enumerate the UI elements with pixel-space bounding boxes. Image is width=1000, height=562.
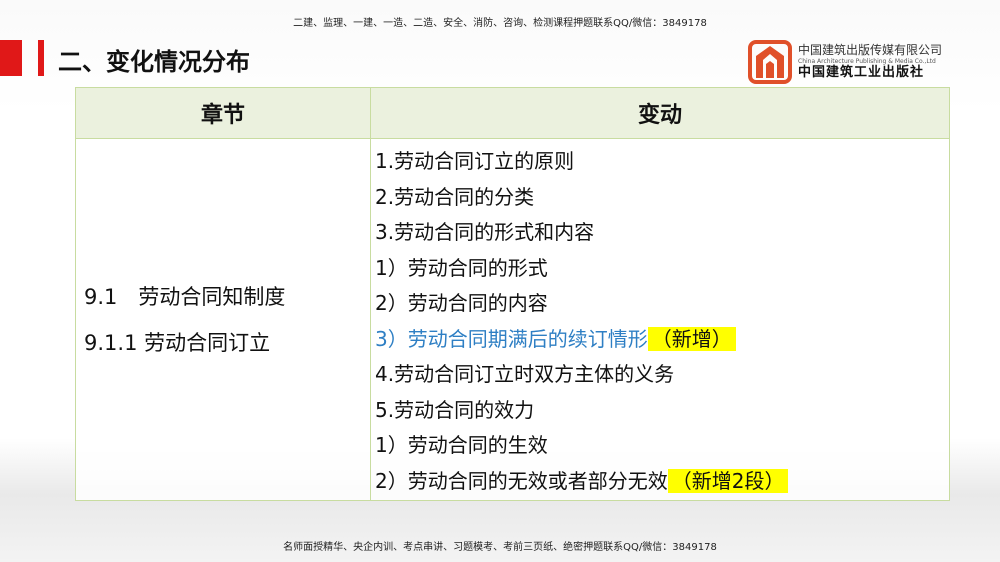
new-tag-highlight: （新增）	[647, 326, 736, 351]
change-item: 2）劳动合同的无效或者部分无效 （新增2段）	[375, 465, 949, 501]
publisher-logo-icon	[748, 40, 792, 84]
change-item: 5.劳动合同的效力	[375, 394, 949, 430]
change-item: 1.劳动合同订立的原则	[375, 145, 949, 181]
change-item-text: 3.劳动合同的形式和内容	[375, 220, 595, 244]
change-item: 2）劳动合同的内容	[375, 287, 949, 323]
change-item: 3.劳动合同的形式和内容	[375, 216, 949, 252]
change-item-text: 4.劳动合同订立时双方主体的义务	[375, 362, 675, 386]
change-item-text: 2）劳动合同的内容	[375, 291, 548, 315]
change-item-text: 1.劳动合同订立的原则	[375, 149, 575, 173]
chapter-line: 9.1.1 劳动合同订立	[84, 330, 271, 355]
change-item-text: 3）劳动合同期满后的续订情形	[375, 326, 648, 351]
change-item: 1）劳动合同的形式	[375, 252, 949, 288]
publisher-logo: 中国建筑出版传媒有限公司 China Architecture Publishi…	[748, 40, 942, 84]
change-item: 1）劳动合同的生效	[375, 429, 949, 465]
new-tag-highlight: （新增2段）	[667, 468, 789, 493]
changes-cell: 1.劳动合同订立的原则 2.劳动合同的分类 3.劳动合同的形式和内容 1）劳动合同的形…	[370, 138, 950, 501]
change-item: 4.劳动合同订立时双方主体的义务	[375, 358, 949, 394]
bottom-banner: 名师面授精华、央企内训、考点串讲、习题模考、考前三页纸、绝密押题联系QQ/微信：…	[283, 542, 717, 553]
publisher-name-cn2: 中国建筑工业出版社	[798, 64, 925, 80]
title-accent-bar	[0, 40, 22, 76]
chapter-line: 9.1 劳动合同知制度	[84, 284, 286, 309]
change-item-text: 1）劳动合同的生效	[375, 433, 548, 457]
publisher-name-cn: 中国建筑出版传媒有限公司	[798, 43, 943, 58]
change-item: 3）劳动合同期满后的续订情形 （新增）	[375, 323, 949, 359]
change-item-text: 2.劳动合同的分类	[375, 184, 535, 209]
change-item-text: 5.劳动合同的效力	[375, 397, 535, 422]
changes-table: 章节 变动 9.1 劳动合同知制度 9.1.1 劳动合同订立 1.劳动合同订立的…	[75, 87, 950, 501]
publisher-name-en: China Architecture Publishing & Media Co…	[798, 57, 936, 65]
slide-title: 二、变化情况分布	[58, 48, 250, 76]
change-item-text: 1）劳动合同的形式	[375, 255, 548, 280]
header-changes: 变动	[370, 87, 950, 139]
change-item-text: 2）劳动合同的无效或者部分无效	[375, 468, 668, 493]
chapter-cell: 9.1 劳动合同知制度 9.1.1 劳动合同订立	[75, 138, 371, 501]
change-item: 2.劳动合同的分类	[375, 181, 949, 217]
top-banner: 二建、监理、一建、一造、二造、安全、消防、咨询、检测课程押题联系QQ/微信：38…	[293, 18, 707, 29]
title-accent-bar-thin	[38, 40, 44, 76]
header-chapter: 章节	[75, 87, 371, 139]
